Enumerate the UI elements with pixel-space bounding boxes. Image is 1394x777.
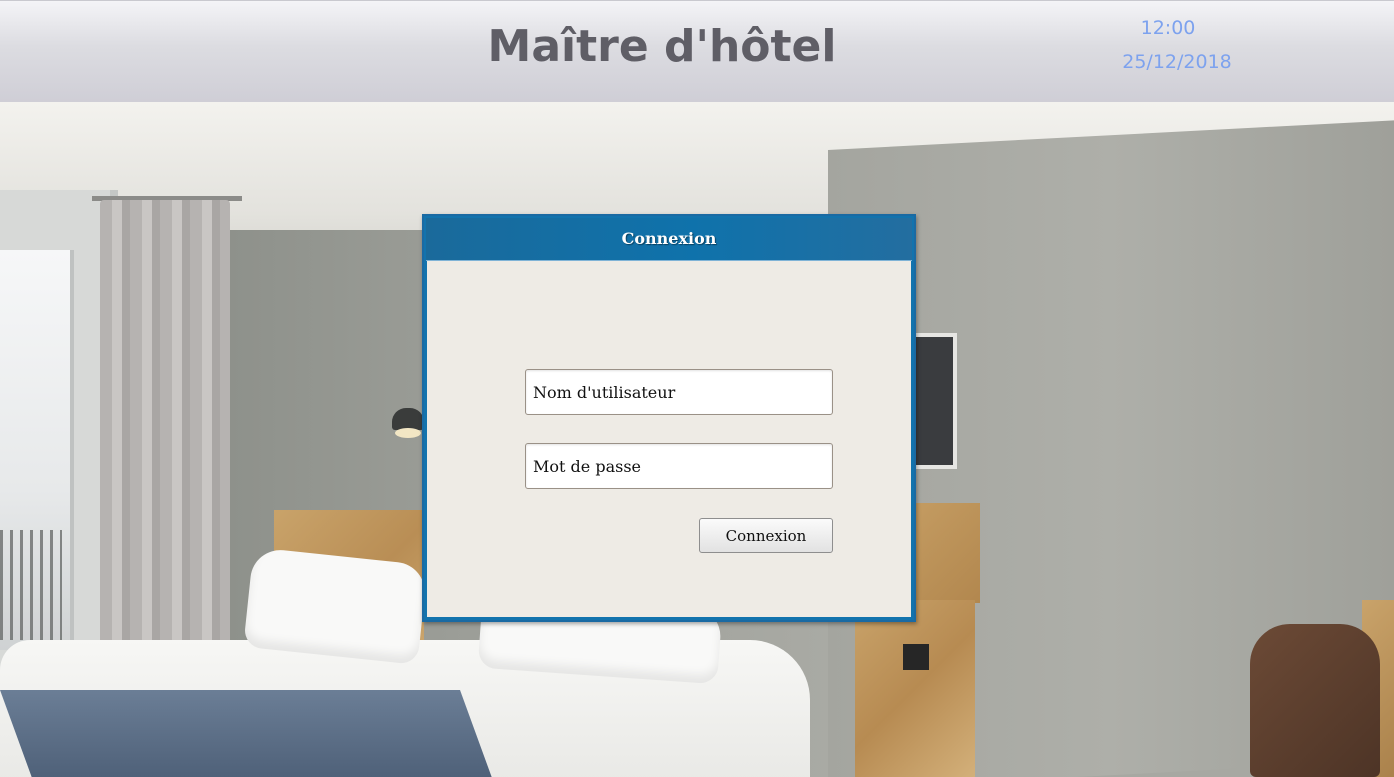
balcony-railing bbox=[0, 530, 62, 640]
dialog-header: Connexion bbox=[426, 218, 912, 261]
login-screen: Maître d'hôtel 12:00 25/12/2018 Connexio… bbox=[0, 0, 1394, 777]
login-button[interactable]: Connexion bbox=[699, 518, 833, 553]
chair bbox=[1250, 624, 1380, 777]
header-bar: Maître d'hôtel 12:00 25/12/2018 bbox=[0, 0, 1394, 102]
username-input[interactable] bbox=[525, 369, 833, 415]
wood-shelf bbox=[855, 600, 975, 777]
blanket bbox=[0, 690, 493, 777]
power-socket-icon bbox=[903, 644, 929, 670]
lamp-icon bbox=[392, 408, 424, 430]
dialog-body: Connexion bbox=[427, 261, 911, 617]
wood-shelf-top bbox=[910, 503, 980, 603]
dialog-title: Connexion bbox=[621, 229, 717, 248]
clock-time: 12:00 bbox=[1140, 17, 1196, 39]
lamp-light bbox=[395, 428, 421, 438]
password-input[interactable] bbox=[525, 443, 833, 489]
pillow bbox=[243, 547, 428, 665]
login-dialog: Connexion Connexion bbox=[422, 214, 916, 622]
clock-date: 25/12/2018 bbox=[1122, 51, 1232, 73]
